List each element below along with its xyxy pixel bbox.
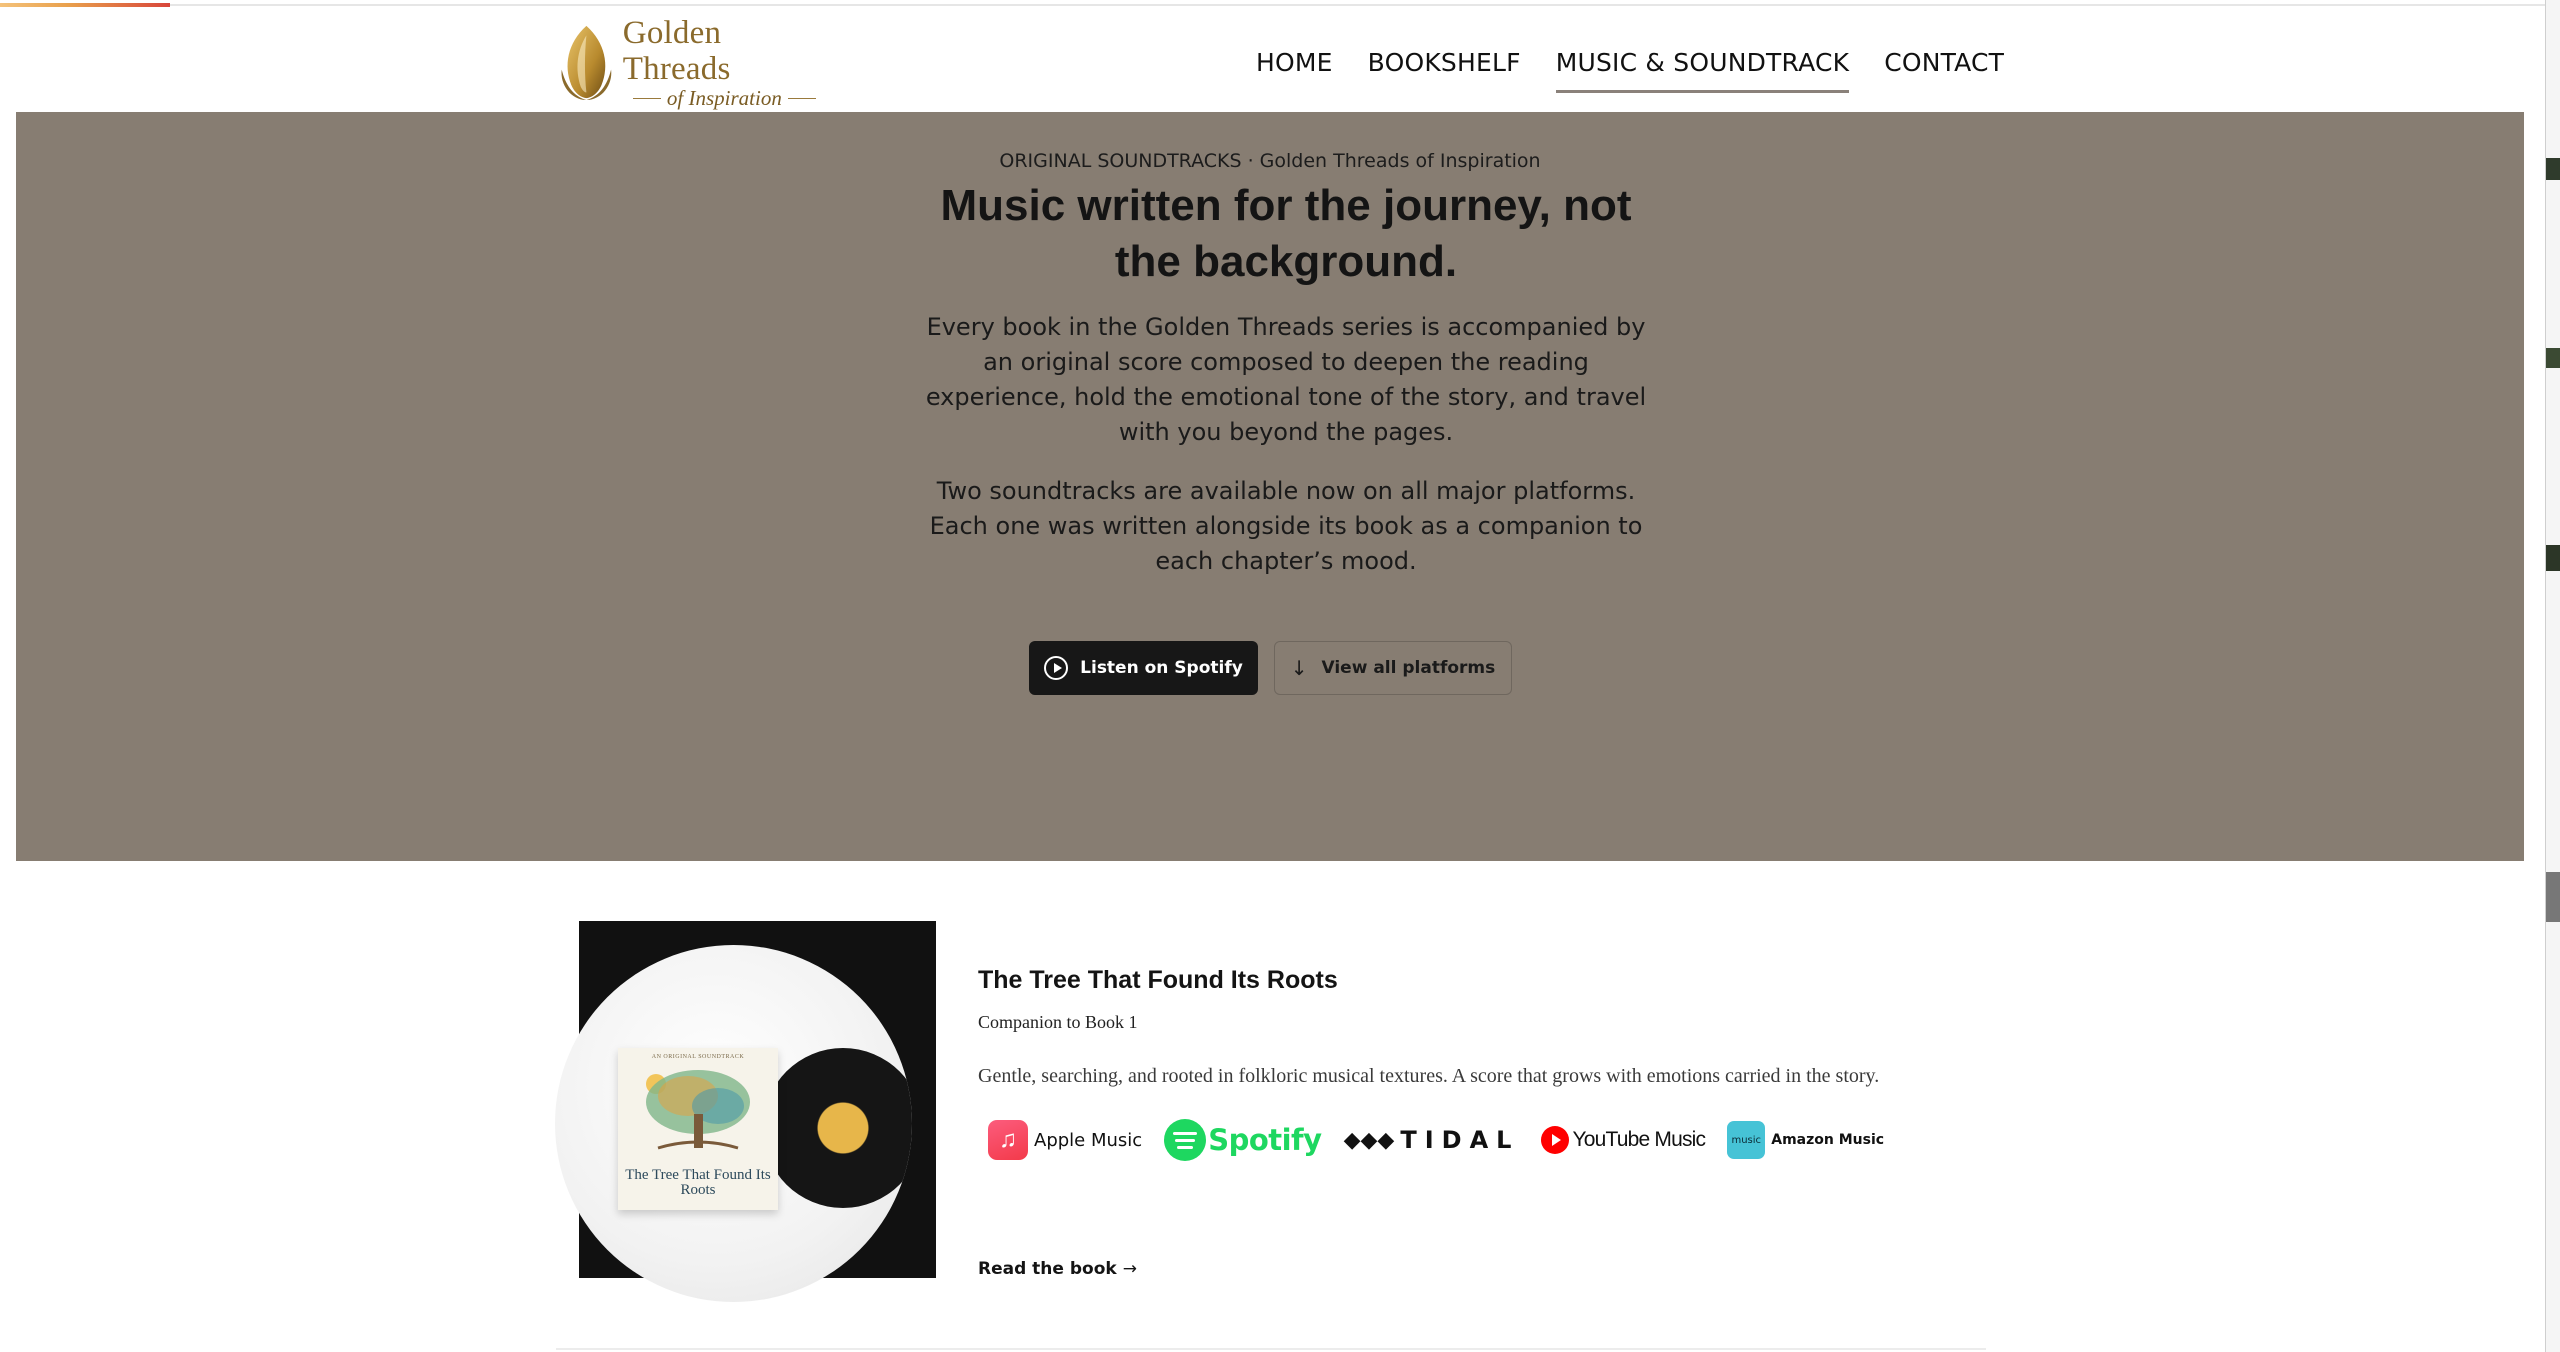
- spotify-link[interactable]: Spotify: [1164, 1119, 1322, 1161]
- hero-eyebrow: ORIGINAL SOUNDTRACKS · Golden Threads of…: [999, 150, 1541, 172]
- spotify-icon: [1164, 1119, 1207, 1161]
- hero-section: ORIGINAL SOUNDTRACKS · Golden Threads of…: [16, 112, 2524, 861]
- amazon-music-icon: music: [1727, 1121, 1766, 1159]
- listen-on-spotify-button[interactable]: Listen on Spotify: [1029, 641, 1258, 695]
- hero-title: Music written for the journey, not the b…: [940, 181, 1632, 286]
- album-sleeve: AN ORIGINAL SOUNDTRACK The Tree That Fou…: [618, 1048, 778, 1210]
- sleeve-top-text: AN ORIGINAL SOUNDTRACK: [651, 1054, 745, 1060]
- nav-home[interactable]: HOME: [1256, 43, 1333, 83]
- top-divider: [0, 4, 2545, 6]
- listen-on-spotify-label: Listen on Spotify: [1080, 658, 1243, 678]
- youtube-music-label: YouTube Music: [1572, 1128, 1706, 1151]
- streaming-platforms: ♫ Apple Music Spotify ◆◆◆ TIDAL YouTube …: [988, 1118, 1906, 1162]
- album-description: Gentle, searching, and rooted in folklor…: [978, 1065, 1880, 1087]
- main-nav: HOME BOOKSHELF MUSIC & SOUNDTRACK CONTAC…: [1256, 43, 2039, 93]
- tidal-icon: ◆◆◆: [1343, 1127, 1395, 1152]
- album-artwork: AN ORIGINAL SOUNDTRACK The Tree That Fou…: [555, 945, 912, 1302]
- youtube-music-link[interactable]: YouTube Music: [1541, 1126, 1706, 1154]
- album-subtitle: Companion to Book 1: [978, 1012, 1138, 1032]
- youtube-music-icon: [1541, 1126, 1570, 1154]
- section-divider: [556, 1348, 1986, 1350]
- view-all-platforms-button[interactable]: ↓ View all platforms: [1274, 641, 1512, 695]
- site-header: Golden Threads of Inspiration HOME BOOKS…: [0, 7, 2545, 111]
- vinyl-record-icon: [763, 1048, 912, 1208]
- tree-illustration-icon: [646, 1070, 750, 1150]
- sleeve-title: The Tree That Found Its Roots: [625, 1167, 771, 1198]
- spotify-label: Spotify: [1208, 1123, 1322, 1157]
- hero-paragraph-2: Two soundtracks are available now on all…: [929, 477, 1643, 575]
- album-title: The Tree That Found Its Roots: [978, 966, 1338, 994]
- apple-music-label: Apple Music: [1034, 1129, 1143, 1151]
- nav-contact[interactable]: CONTACT: [1884, 43, 2004, 83]
- apple-music-icon: ♫: [988, 1120, 1028, 1160]
- play-circle-icon: [1044, 656, 1069, 680]
- view-all-platforms-label: View all platforms: [1321, 658, 1496, 678]
- site-logo[interactable]: Golden Threads of Inspiration: [556, 15, 826, 109]
- hero-paragraph-1: Every book in the Golden Threads series …: [925, 313, 1647, 446]
- read-the-book-link[interactable]: Read the book →: [978, 1259, 1137, 1279]
- logo-subtitle: of Inspiration: [627, 87, 822, 109]
- logo-title: Golden Threads: [622, 15, 731, 87]
- apple-music-link[interactable]: ♫ Apple Music: [988, 1120, 1142, 1160]
- golden-leaf-logo-icon: [561, 25, 612, 100]
- nav-bookshelf[interactable]: BOOKSHELF: [1368, 43, 1521, 83]
- tidal-link[interactable]: ◆◆◆ TIDAL: [1344, 1126, 1520, 1154]
- background-window-edge: [2545, 0, 2560, 1352]
- amazon-music-link[interactable]: music Amazon Music: [1727, 1121, 1884, 1159]
- arrow-right-icon: →: [1122, 1259, 1137, 1279]
- arrow-down-icon: ↓: [1290, 656, 1308, 680]
- read-the-book-label: Read the book: [978, 1259, 1117, 1279]
- amazon-music-label: Amazon Music: [1771, 1132, 1885, 1148]
- tidal-label: TIDAL: [1400, 1126, 1520, 1154]
- nav-music-soundtrack[interactable]: MUSIC & SOUNDTRACK: [1555, 43, 1850, 93]
